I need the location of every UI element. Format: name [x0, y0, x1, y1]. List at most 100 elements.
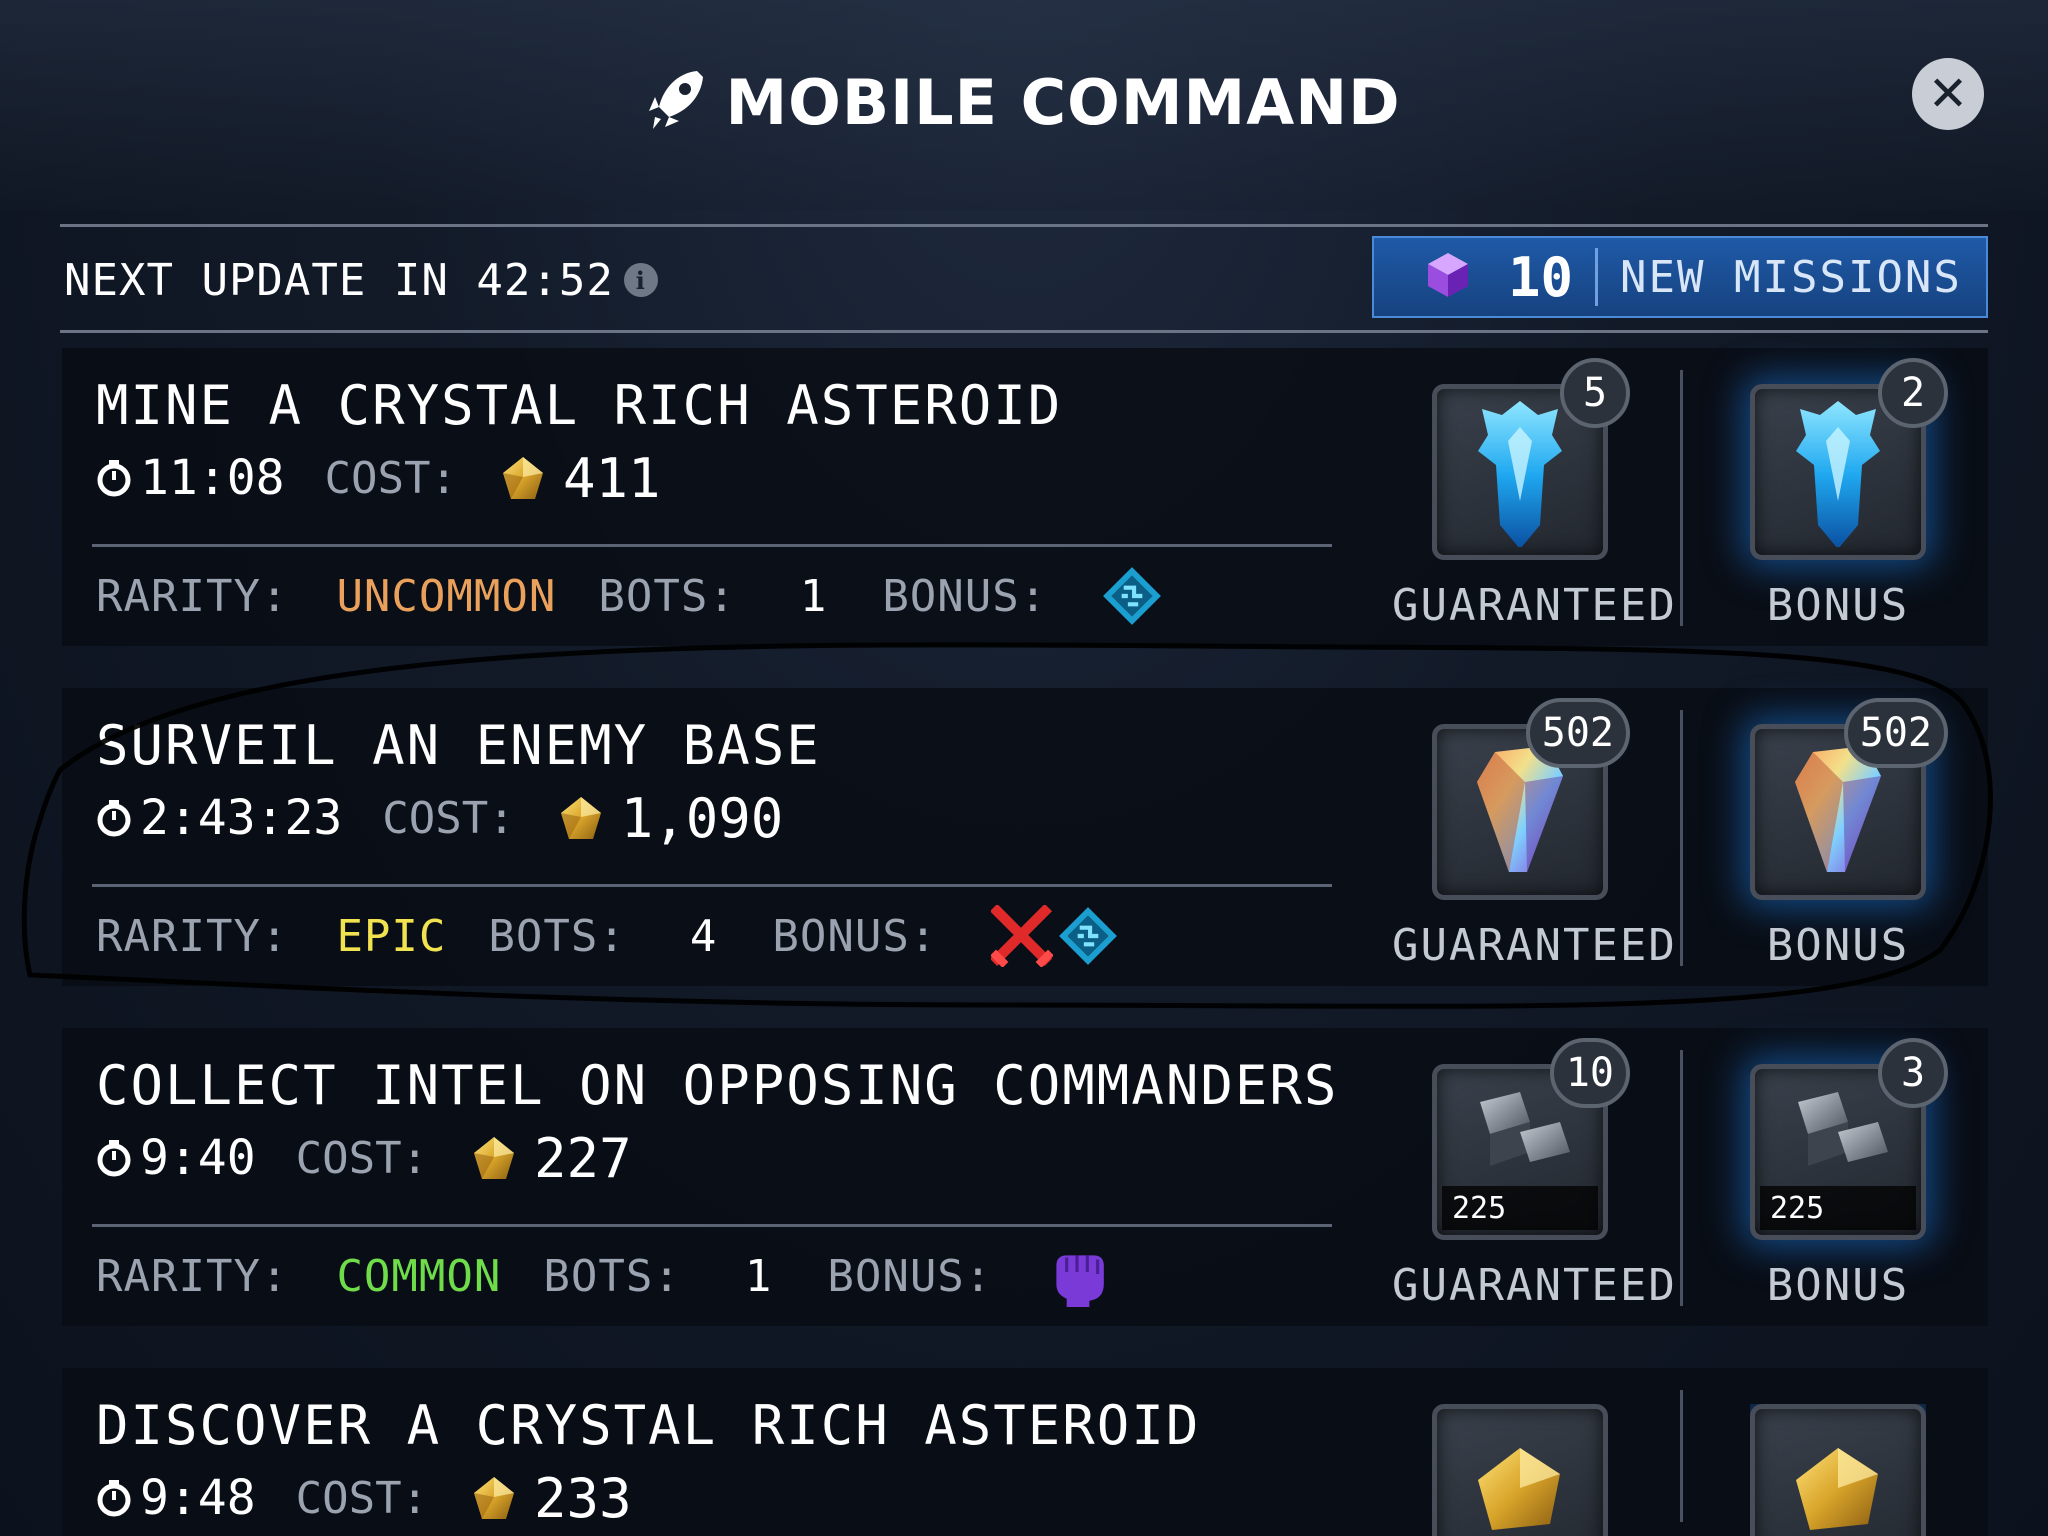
mission-card[interactable]: DISCOVER A CRYSTAL RICH ASTEROID 9:48 CO…	[62, 1368, 1988, 1536]
quantity-badge: 502	[1843, 698, 1948, 768]
close-button[interactable]: ✕	[1912, 58, 1984, 130]
separator	[1595, 248, 1599, 306]
bots-value: 1	[744, 1250, 772, 1302]
mission-meta: 2:43:23 COST: 1,090	[96, 786, 784, 850]
mission-card[interactable]: MINE A CRYSTAL RICH ASTEROID 11:08 COST:…	[62, 348, 1988, 646]
blue-armor-shard-icon	[1796, 401, 1880, 547]
reward-slot	[1432, 1404, 1608, 1536]
bots-value: 4	[689, 910, 717, 962]
bonus-reward-label: BONUS	[1766, 580, 1910, 631]
page-title: MOBILE COMMAND	[725, 65, 1401, 139]
separator	[1680, 1050, 1683, 1306]
separator	[1680, 1390, 1683, 1522]
separator	[1680, 370, 1683, 626]
next-update-timer: NEXT UPDATE IN 42:52 i	[64, 252, 658, 308]
rarity-value: EPIC	[336, 910, 447, 962]
mission-card[interactable]: COLLECT INTEL ON OPPOSING COMMANDERS 9:4…	[62, 1028, 1988, 1326]
next-update-text: NEXT UPDATE IN 42:52	[64, 254, 614, 306]
title-bar: MOBILE COMMAND	[0, 62, 2048, 142]
bonus-label: BONUS:	[772, 910, 938, 962]
guaranteed-reward[interactable]	[1432, 1404, 1608, 1536]
quantity-badge: 10	[1549, 1038, 1630, 1108]
divider	[92, 884, 1332, 887]
reward-slot	[1750, 1404, 1926, 1536]
bots-value: 1	[799, 570, 827, 622]
new-missions-button[interactable]: 10 NEW MISSIONS	[1372, 236, 1988, 318]
divider	[92, 544, 1332, 547]
gold-ore-icon	[502, 457, 543, 499]
mission-title: SURVEIL AN ENEMY BASE	[96, 714, 821, 777]
divider	[60, 224, 1988, 227]
chip-icon[interactable]	[1101, 565, 1163, 627]
mission-cost: 233	[534, 1466, 632, 1530]
separator	[1680, 710, 1683, 966]
divider	[60, 330, 1988, 333]
mission-cost: 411	[562, 446, 661, 510]
info-icon[interactable]: i	[623, 263, 658, 297]
cost-label: COST:	[382, 792, 515, 844]
bonus-reward[interactable]	[1750, 1404, 1926, 1536]
cost-label: COST:	[295, 1132, 429, 1184]
mission-title: COLLECT INTEL ON OPPOSING COMMANDERS	[96, 1054, 1339, 1117]
bonus-label: BONUS:	[827, 1250, 993, 1302]
bonus-reward-label: BONUS	[1766, 1260, 1910, 1311]
mission-cost: 1,090	[620, 786, 784, 850]
fist-icon[interactable]	[1046, 1243, 1108, 1309]
crossed-swords-icon[interactable]	[991, 905, 1053, 967]
guaranteed-label: GUARANTEED	[1392, 920, 1677, 971]
mission-details: RARITY: UNCOMMON BOTS: 1 BONUS:	[96, 564, 1163, 628]
metal-alloy-icon	[1798, 1092, 1888, 1166]
mission-duration: 11:08	[140, 450, 285, 506]
mission-duration: 9:40	[140, 1130, 256, 1186]
bonus-reward[interactable]: 502	[1750, 698, 1948, 900]
quantity-badge: 2	[1878, 358, 1948, 428]
guaranteed-label: GUARANTEED	[1392, 580, 1677, 631]
bonus-icons	[991, 905, 1119, 967]
quantity-badge: 502	[1525, 698, 1630, 768]
reward-sub-quantity: 225	[1760, 1186, 1916, 1230]
bonus-label: BONUS:	[882, 570, 1048, 622]
mission-duration: 2:43:23	[140, 790, 343, 846]
mission-duration: 9:48	[140, 1470, 256, 1526]
mission-cost: 227	[534, 1126, 632, 1190]
guaranteed-label: GUARANTEED	[1392, 1260, 1677, 1311]
timer-icon	[96, 1479, 132, 1517]
bonus-reward[interactable]: 2	[1750, 358, 1948, 560]
bonus-icons	[1046, 1243, 1108, 1309]
mission-title: MINE A CRYSTAL RICH ASTEROID	[96, 374, 1063, 437]
gold-ore-icon	[474, 1137, 515, 1179]
rarity-label: RARITY:	[96, 1250, 289, 1302]
new-missions-label: NEW MISSIONS	[1620, 251, 1962, 303]
rarity-label: RARITY:	[96, 910, 289, 962]
bots-label: BOTS:	[598, 570, 736, 622]
new-missions-count: 10	[1508, 245, 1574, 309]
blue-armor-shard-icon	[1478, 401, 1562, 547]
reward-sub-quantity: 225	[1442, 1186, 1598, 1230]
bots-label: BOTS:	[543, 1250, 681, 1302]
mission-details: RARITY: COMMON BOTS: 1 BONUS:	[96, 1243, 1108, 1309]
bots-label: BOTS:	[488, 910, 626, 962]
cost-label: COST:	[324, 452, 457, 504]
timer-icon	[96, 459, 132, 497]
mission-meta: 9:48 COST: 233	[96, 1466, 632, 1530]
timer-icon	[96, 1139, 132, 1177]
gold-ore-icon	[1478, 1448, 1560, 1530]
guaranteed-reward[interactable]: 225 10	[1432, 1038, 1630, 1240]
mission-card[interactable]: SURVEIL AN ENEMY BASE 2:43:23 COST: 1,09…	[62, 688, 1988, 986]
guaranteed-reward[interactable]: 5	[1432, 358, 1630, 560]
mission-meta: 11:08 COST: 411	[96, 446, 661, 510]
quantity-badge: 3	[1878, 1038, 1948, 1108]
chip-icon[interactable]	[1057, 905, 1119, 967]
bonus-reward-label: BONUS	[1766, 920, 1910, 971]
rarity-value: UNCOMMON	[336, 570, 557, 622]
guaranteed-reward[interactable]: 502	[1432, 698, 1630, 900]
cost-label: COST:	[295, 1472, 429, 1524]
bonus-reward[interactable]: 225 3	[1750, 1038, 1948, 1240]
bonus-icons	[1101, 565, 1163, 627]
quantity-badge: 5	[1560, 358, 1630, 428]
close-icon: ✕	[1927, 66, 1969, 122]
purple-cube-icon	[1426, 251, 1470, 303]
rocket-icon	[647, 67, 707, 137]
mission-title: DISCOVER A CRYSTAL RICH ASTEROID	[96, 1394, 1201, 1457]
gold-ore-icon	[560, 797, 601, 839]
